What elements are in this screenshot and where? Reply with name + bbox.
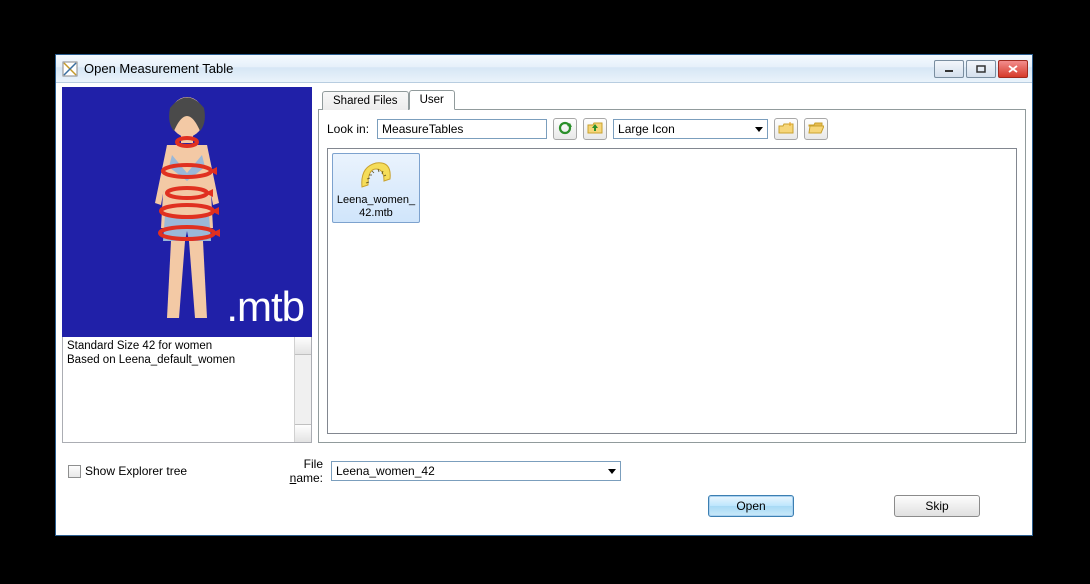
dialog-window: Open Measurement Table [55, 54, 1033, 536]
show-explorer-tree-checkbox[interactable]: Show Explorer tree [68, 464, 260, 478]
refresh-icon [557, 120, 573, 139]
maximize-button[interactable] [966, 60, 996, 78]
folder-up-icon [587, 120, 603, 139]
file-list[interactable]: Leena_women_42.mtb [327, 148, 1017, 434]
file-item[interactable]: Leena_women_42.mtb [332, 153, 420, 223]
preview-ext-label: .mtb [226, 283, 304, 331]
preview-pane: .mtb Standard Size 42 for women Based on… [62, 87, 312, 443]
tab-shared-files[interactable]: Shared Files [322, 91, 409, 110]
checkbox-icon [68, 465, 81, 478]
folder-open-icon [808, 120, 824, 139]
minimize-button[interactable] [934, 60, 964, 78]
dialog-body: .mtb Standard Size 42 for women Based on… [56, 83, 1032, 535]
tab-user[interactable]: User [409, 90, 455, 110]
mtb-file-icon [356, 157, 396, 193]
tab-strip: Shared Files User [318, 87, 1026, 109]
close-button[interactable] [998, 60, 1028, 78]
filename-label: File name: [268, 457, 323, 485]
lookin-input[interactable] [377, 119, 547, 139]
refresh-button[interactable] [553, 118, 577, 140]
lookin-label: Look in: [327, 122, 369, 136]
open-button[interactable]: Open [708, 495, 794, 517]
tab-panel: Look in: [318, 109, 1026, 443]
description-box: Standard Size 42 for women Based on Leen… [62, 337, 312, 443]
filename-combo[interactable]: Leena_women_42 [331, 461, 621, 481]
skip-button[interactable]: Skip [894, 495, 980, 517]
filename-value: Leena_women_42 [336, 464, 435, 478]
window-buttons [934, 60, 1028, 78]
show-explorer-tree-label: Show Explorer tree [85, 464, 187, 478]
preview-image: .mtb [62, 87, 312, 337]
file-label: Leena_women_42.mtb [335, 194, 417, 219]
description-line: Based on Leena_default_women [67, 353, 307, 367]
browse-button[interactable] [804, 118, 828, 140]
view-mode-select[interactable]: Large Icon [613, 119, 768, 139]
titlebar[interactable]: Open Measurement Table [56, 55, 1032, 83]
toolbar: Look in: [327, 118, 1017, 140]
window-title: Open Measurement Table [84, 61, 934, 76]
new-folder-button[interactable] [774, 118, 798, 140]
bottom-controls: Show Explorer tree File name: Leena_wome… [62, 457, 1026, 517]
up-folder-button[interactable] [583, 118, 607, 140]
folder-sparkle-icon [778, 120, 794, 139]
description-line: Standard Size 42 for women [67, 339, 307, 353]
file-browser: Shared Files User Look in: [318, 87, 1026, 443]
scrollbar[interactable] [294, 337, 311, 442]
view-mode-value: Large Icon [618, 122, 675, 136]
app-icon [62, 61, 78, 77]
